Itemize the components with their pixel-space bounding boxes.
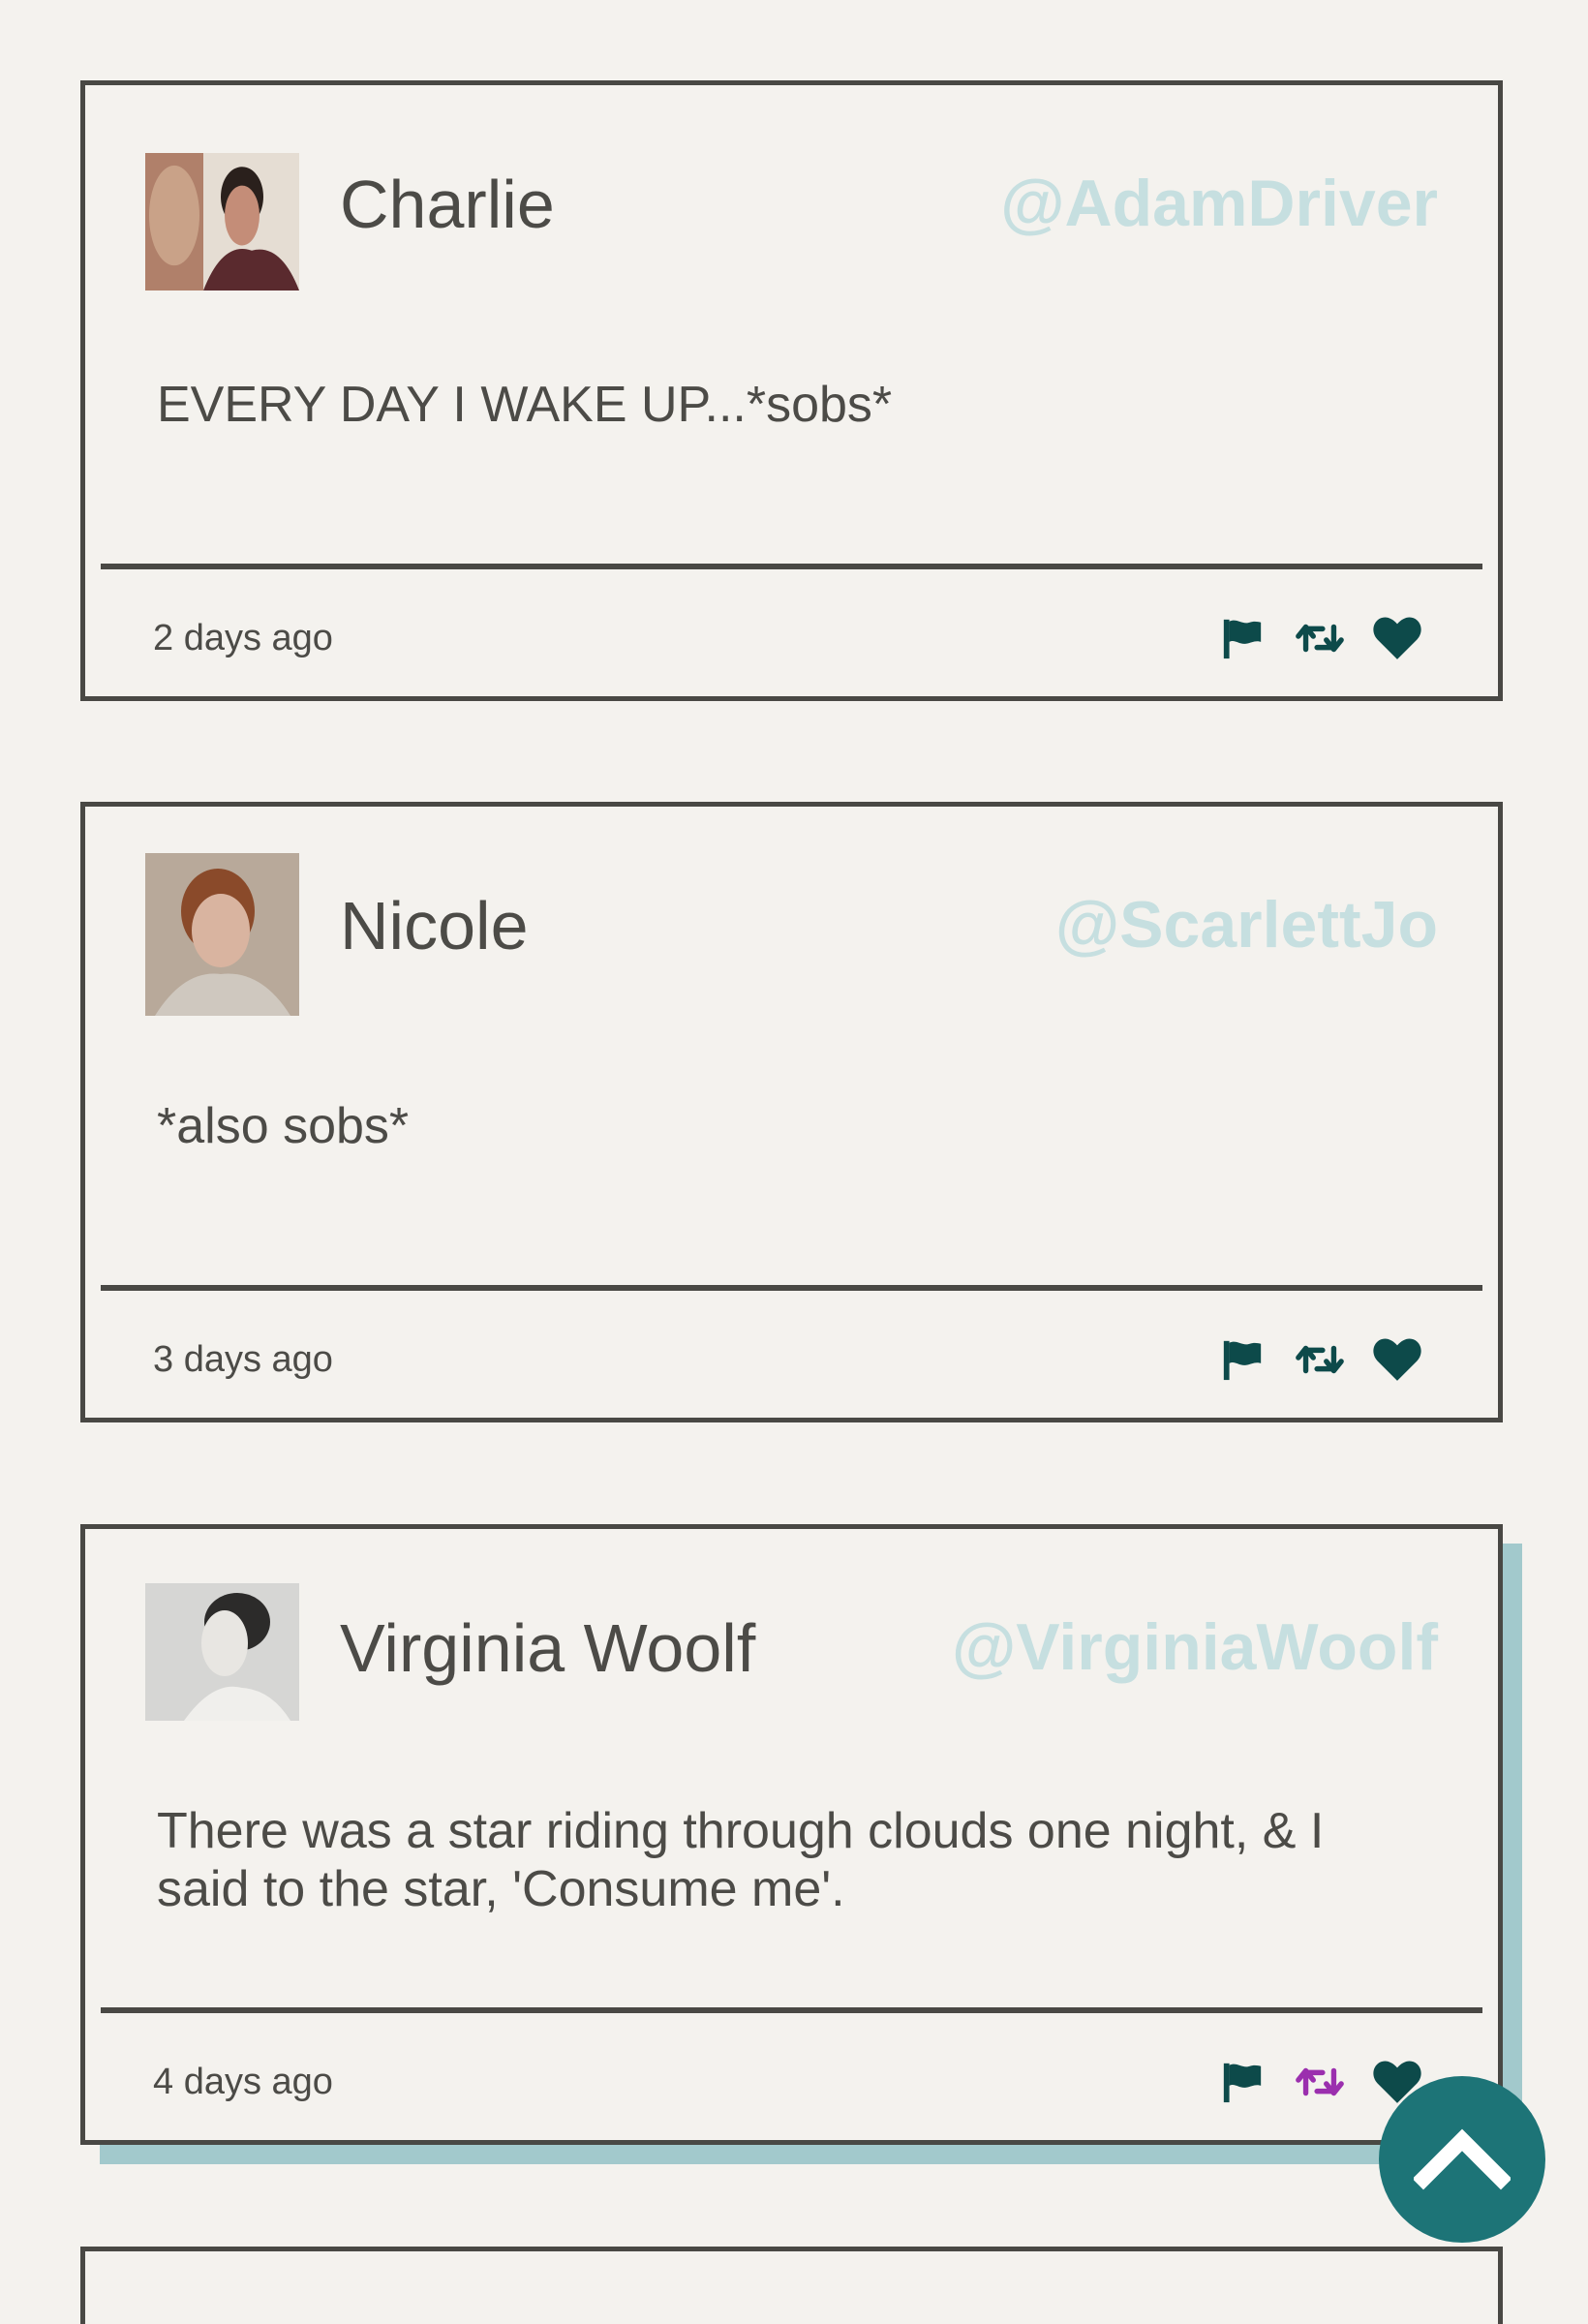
divider bbox=[101, 1285, 1482, 1291]
retweet-icon bbox=[1296, 2067, 1344, 2096]
retweet-icon bbox=[1296, 624, 1344, 653]
tweet-text: *also sobs* bbox=[157, 1098, 410, 1154]
tweet-card: Nicole @ScarlettJo *also sobs* 3 days ag… bbox=[80, 802, 1503, 1422]
tweet-text: EVERY DAY I WAKE UP...*sobs* bbox=[157, 377, 893, 433]
flag-icon bbox=[1223, 619, 1262, 659]
tweet-actions bbox=[1217, 2055, 1422, 2109]
chevron-up-icon bbox=[1414, 2128, 1511, 2190]
avatar[interactable] bbox=[145, 1583, 299, 1721]
tweet-text: There was a star riding through clouds o… bbox=[157, 1803, 1325, 1917]
divider bbox=[101, 2007, 1482, 2013]
timestamp: 3 days ago bbox=[153, 1339, 333, 1380]
user-handle[interactable]: @AdamDriver bbox=[1000, 170, 1438, 236]
tweet-card: Charlie @AdamDriver EVERY DAY I WAKE UP.… bbox=[80, 80, 1503, 701]
retweet-button[interactable] bbox=[1295, 1334, 1345, 1385]
flag-button[interactable] bbox=[1217, 613, 1267, 663]
like-button[interactable] bbox=[1372, 613, 1422, 663]
heart-icon bbox=[1373, 1338, 1421, 1381]
avatar-photo bbox=[145, 153, 299, 290]
display-name[interactable]: Nicole bbox=[340, 892, 529, 960]
user-handle[interactable]: @VirginiaWoolf bbox=[952, 1614, 1438, 1680]
scroll-top-button[interactable] bbox=[1379, 2076, 1545, 2243]
tweet-actions bbox=[1217, 611, 1422, 665]
user-handle[interactable]: @ScarlettJo bbox=[1055, 892, 1438, 958]
avatar[interactable] bbox=[145, 153, 299, 290]
avatar-photo bbox=[145, 1583, 299, 1721]
flag-icon bbox=[1223, 2063, 1262, 2103]
display-name[interactable]: Charlie bbox=[340, 170, 555, 238]
timestamp: 4 days ago bbox=[153, 2062, 333, 2102]
display-name[interactable]: Virginia Woolf bbox=[340, 1614, 755, 1682]
avatar-photo bbox=[145, 853, 299, 1016]
retweet-button[interactable] bbox=[1295, 613, 1345, 663]
retweet-button[interactable] bbox=[1295, 2057, 1345, 2107]
heart-icon bbox=[1373, 617, 1421, 659]
divider bbox=[101, 564, 1482, 569]
retweet-icon bbox=[1296, 1345, 1344, 1374]
tweet-card-partial bbox=[80, 2247, 1503, 2324]
flag-icon bbox=[1223, 1340, 1262, 1381]
tweet-actions bbox=[1217, 1332, 1422, 1387]
flag-button[interactable] bbox=[1217, 2057, 1267, 2107]
flag-button[interactable] bbox=[1217, 1334, 1267, 1385]
tweet-card: Virginia Woolf @VirginiaWoolf There was … bbox=[80, 1524, 1503, 2145]
timestamp: 2 days ago bbox=[153, 618, 333, 658]
like-button[interactable] bbox=[1372, 1334, 1422, 1385]
avatar[interactable] bbox=[145, 853, 299, 1016]
